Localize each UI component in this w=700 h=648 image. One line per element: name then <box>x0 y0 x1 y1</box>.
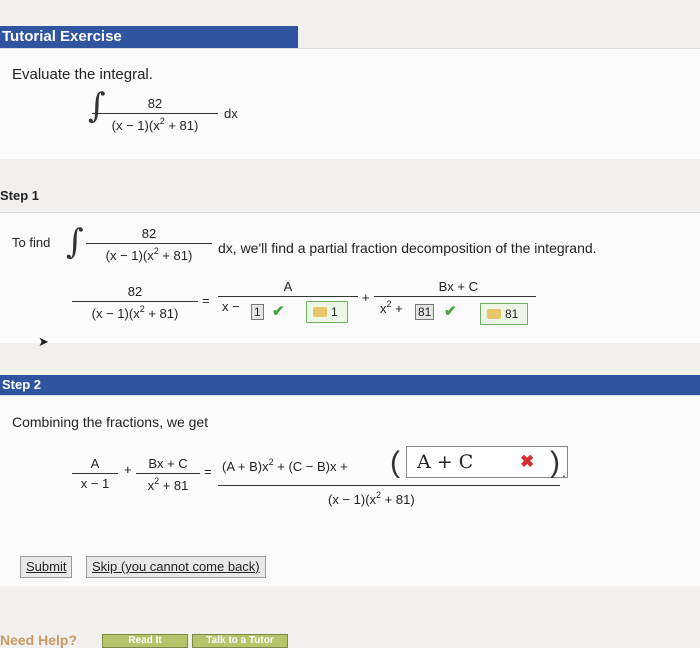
integral-fraction: 82 (x − 1)(x2 + 81) <box>92 96 218 133</box>
submit-button[interactable]: Submit <box>20 556 73 578</box>
answer-value: A + C <box>417 451 474 473</box>
mouse-cursor: ➤ <box>38 334 49 349</box>
step2-fraction-a: A x − 1 <box>72 456 118 491</box>
step1-plus: + <box>362 290 370 305</box>
step2-plus: + <box>124 462 132 477</box>
open-paren: ( <box>390 446 400 479</box>
close-paren: ) <box>550 446 560 479</box>
step2-big-numerator: (A + B)x2 + (C − B)x + <box>222 457 348 474</box>
read-it-button[interactable]: Read It <box>102 634 188 648</box>
check-icon: ✔ <box>444 303 457 320</box>
key-icon <box>313 307 327 317</box>
step1-tail: dx, we'll find a partial fraction decomp… <box>218 240 597 256</box>
key-icon <box>487 309 501 319</box>
step1-box-81[interactable]: 81 <box>415 304 435 320</box>
step2-period: . <box>562 464 566 480</box>
step2-equals: = <box>204 464 212 479</box>
tutorial-header: Tutorial Exercise <box>0 26 298 48</box>
step1-box-1[interactable]: 1 <box>251 304 264 320</box>
step1-key-answer-1[interactable]: 1 <box>306 301 348 323</box>
step1-lead: To find <box>12 235 51 250</box>
tutorial-title: Tutorial Exercise <box>2 28 122 45</box>
prompt-text: Evaluate the integral. <box>12 66 153 83</box>
step1-integrand: 82 (x − 1)(x2 + 81) <box>86 226 212 263</box>
step1-title: Step 1 <box>0 188 40 203</box>
step1-integral-sign: ∫ <box>66 222 84 262</box>
step2-header: Step 2 <box>0 375 700 395</box>
step2-fraction-line <box>218 485 560 486</box>
step1-lhs-fraction: 82 (x − 1)(x2 + 81) <box>72 284 198 321</box>
integral-dx: dx <box>224 106 238 121</box>
need-help-label: Need Help? <box>0 632 78 648</box>
check-icon: ✔ <box>272 303 285 320</box>
step2-lead: Combining the fractions, we get <box>12 414 209 430</box>
cross-icon: ✖ <box>520 452 535 471</box>
step1-equals: = <box>202 293 210 308</box>
answer-input[interactable]: A + C <box>406 446 568 478</box>
talk-to-tutor-button[interactable]: Talk to a Tutor <box>192 634 288 648</box>
step2-big-denominator: (x − 1)(x2 + 81) <box>328 490 415 507</box>
step2-title: Step 2 <box>2 377 42 392</box>
step1-key-answer-81[interactable]: 81 <box>480 303 528 325</box>
step2-fraction-bx: Bx + C x2 + 81 <box>136 456 200 493</box>
skip-button[interactable]: Skip (you cannot come back) <box>86 556 266 578</box>
